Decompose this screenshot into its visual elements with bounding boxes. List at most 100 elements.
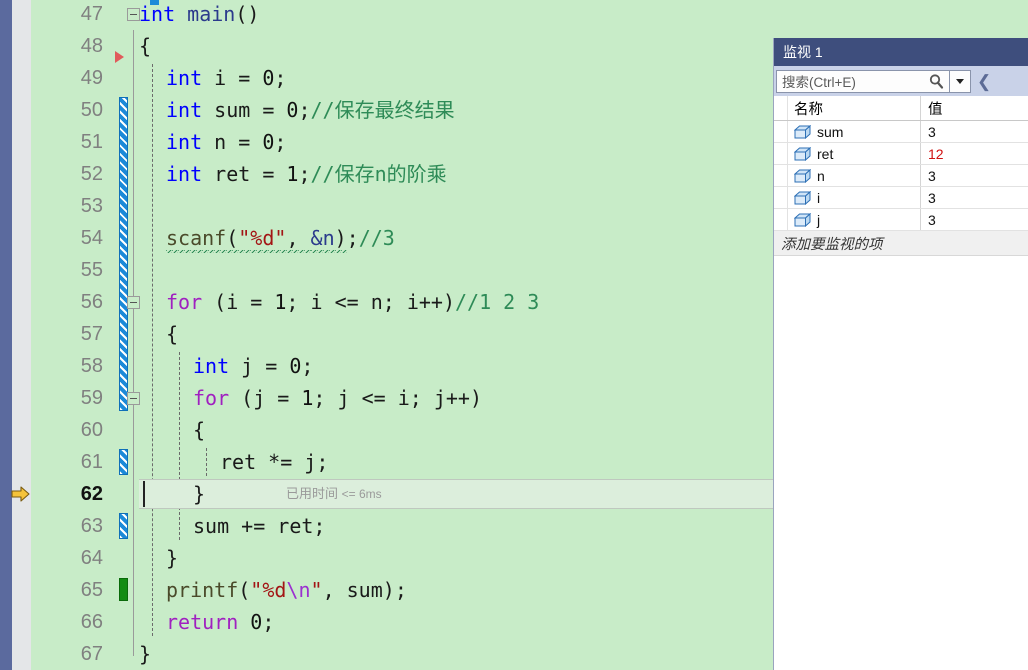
column-header-value[interactable]: 值 xyxy=(921,96,1028,120)
code-token: 1 xyxy=(286,162,299,186)
watch-row-value[interactable]: 3 xyxy=(921,209,1028,230)
code-token: //保存最终结果 xyxy=(310,98,455,122)
code-line-text: int main() xyxy=(139,0,259,30)
watch-window-title: 监视 1 xyxy=(774,38,1028,66)
line-number: 48 xyxy=(80,35,103,57)
line-number: 49 xyxy=(80,67,103,89)
code-token: 0 xyxy=(250,610,263,634)
code-line-text: scanf("%d", &n);//3 xyxy=(166,222,395,254)
variable-icon xyxy=(794,212,811,227)
chevron-down-icon xyxy=(956,78,964,84)
watch-row-name[interactable]: n xyxy=(788,165,921,186)
code-token: \n xyxy=(286,578,311,602)
code-token: j = xyxy=(229,354,290,378)
watch-row-name-label: i xyxy=(817,189,821,206)
code-line-text: int sum = 0;//保存最终结果 xyxy=(166,94,455,126)
code-token: //3 xyxy=(358,226,395,250)
code-line-text: { xyxy=(139,30,151,62)
code-token: { xyxy=(139,34,152,58)
watch-row-value[interactable]: 3 xyxy=(921,187,1028,208)
table-row[interactable]: i3 xyxy=(774,187,1028,209)
code-token: return xyxy=(166,610,239,634)
table-row[interactable]: ret 12 xyxy=(774,143,1028,165)
current-execution-arrow-icon[interactable] xyxy=(11,485,31,503)
watch-row-name[interactable]: sum xyxy=(788,121,921,142)
code-line-text: } xyxy=(193,478,205,510)
variable-icon xyxy=(794,146,811,161)
watch-search-box[interactable]: 搜索(Ctrl+E) xyxy=(776,69,971,93)
code-token: printf xyxy=(166,578,239,602)
line-number: 59 xyxy=(80,387,103,409)
code-token: main xyxy=(187,2,236,26)
code-token: sum = xyxy=(202,98,287,122)
window-left-accent-strip xyxy=(0,0,12,670)
line-number: 57 xyxy=(80,323,103,345)
code-token: } xyxy=(139,642,152,666)
watch-row-value[interactable]: 3 xyxy=(921,165,1028,186)
line-number: 66 xyxy=(80,611,103,633)
visual-studio-debug-view: 已用时间 <= 6ms 47 int main() 48{49 int i = 0; 50… xyxy=(0,0,1028,670)
table-row[interactable]: n3 xyxy=(774,165,1028,187)
code-token: 0 xyxy=(289,354,302,378)
code-token: ; xyxy=(262,610,275,634)
code-token: "%d xyxy=(250,578,287,602)
code-token: } xyxy=(166,546,179,570)
code-token: () xyxy=(235,2,260,26)
code-line-text: } xyxy=(139,638,151,670)
add-watch-item-row[interactable]: 添加要监视的项 xyxy=(774,231,1028,256)
line-number: 60 xyxy=(80,419,103,441)
row-expander-cell xyxy=(774,187,788,208)
code-token: 1 xyxy=(301,386,314,410)
code-token: ; i <= n; i++) xyxy=(286,290,455,314)
watch-row-name[interactable]: j xyxy=(788,209,921,230)
code-token: ; xyxy=(298,98,311,122)
search-options-dropdown[interactable] xyxy=(949,70,970,92)
code-token: ret = xyxy=(202,162,287,186)
code-line[interactable]: 47 int main() xyxy=(31,0,1028,30)
line-number: 65 xyxy=(80,579,103,601)
watch-row-name[interactable]: i xyxy=(788,187,921,208)
search-icon[interactable] xyxy=(923,71,949,92)
search-input[interactable]: 搜索(Ctrl+E) xyxy=(777,71,923,91)
table-row[interactable]: sum 3 xyxy=(774,121,1028,143)
chevron-left-icon[interactable]: ❮ xyxy=(977,73,991,90)
code-token: //1 2 3 xyxy=(455,290,540,314)
code-token: 0 xyxy=(262,66,275,90)
code-token: ; xyxy=(346,226,359,250)
code-token: { xyxy=(166,322,179,346)
table-row[interactable]: j3 xyxy=(774,209,1028,231)
code-token: "%d" xyxy=(238,226,287,253)
code-token: int xyxy=(166,98,203,122)
code-line-text: int n = 0; xyxy=(166,126,286,158)
code-token: sum += ret; xyxy=(193,514,326,538)
code-token: (j = xyxy=(229,386,302,410)
row-expander-cell xyxy=(774,209,788,230)
line-number: 61 xyxy=(80,451,103,473)
watch-row-name-label: ret xyxy=(817,145,834,162)
line-number: 54 xyxy=(80,227,103,249)
code-token: ; xyxy=(274,66,287,90)
line-number: 55 xyxy=(80,259,103,281)
code-token: int xyxy=(166,130,203,154)
code-token: //保存n的阶乘 xyxy=(310,162,447,186)
code-token: ; j <= i; j++) xyxy=(313,386,482,410)
line-number: 50 xyxy=(80,99,103,121)
code-line-text: return 0; xyxy=(166,606,274,638)
code-token: { xyxy=(193,418,206,442)
code-token: int xyxy=(193,354,230,378)
code-token: int xyxy=(166,66,203,90)
watch-row-name-label: sum xyxy=(817,123,844,140)
watch-row-name[interactable]: ret xyxy=(788,143,921,164)
watch-row-value[interactable]: 12 xyxy=(921,143,1028,164)
column-header-name[interactable]: 名称 xyxy=(788,96,921,120)
code-token: ( xyxy=(226,226,239,253)
code-token: scanf xyxy=(166,226,227,253)
code-token: , xyxy=(286,226,311,253)
watch-row-value[interactable]: 3 xyxy=(921,121,1028,142)
line-number: 62 xyxy=(80,483,103,505)
variable-icon xyxy=(794,190,811,205)
code-line-text: printf("%d\n", sum); xyxy=(166,574,407,606)
code-token: for xyxy=(193,386,230,410)
code-token: 1 xyxy=(274,290,287,314)
variable-icon xyxy=(794,124,811,139)
